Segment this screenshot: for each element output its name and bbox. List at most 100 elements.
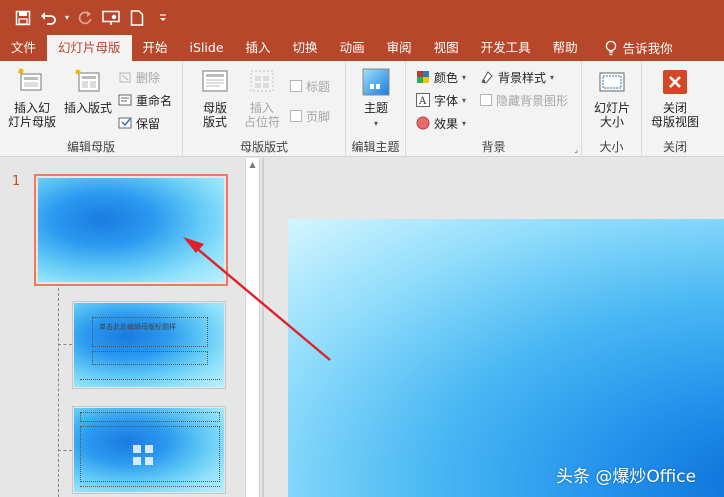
- tab-developer[interactable]: 开发工具: [470, 35, 542, 61]
- title-checkbox[interactable]: 标题: [290, 76, 330, 96]
- slide-master-thumbnail[interactable]: [34, 174, 228, 286]
- preserve-icon: [118, 117, 132, 129]
- layout-title-text: 单击此处编辑母版标题样: [99, 323, 176, 331]
- background-dialog-launcher-icon[interactable]: ⌟: [574, 145, 578, 154]
- background-styles-icon: [481, 71, 493, 84]
- lightbulb-icon: [605, 40, 616, 56]
- fonts-icon: A: [416, 93, 430, 107]
- group-edit-master: 插入幻 灯片母版 插入版式 删除 重命名 保留 编辑母版: [0, 61, 183, 157]
- scroll-up-icon[interactable]: ▲: [246, 160, 259, 169]
- tab-help[interactable]: 帮助: [542, 35, 589, 61]
- tab-animations[interactable]: 动画: [329, 35, 376, 61]
- background-styles-button[interactable]: 背景样式 ▾: [480, 67, 554, 87]
- colors-label: 颜色: [434, 70, 459, 85]
- thumbnail-scrollbar[interactable]: ▲: [245, 158, 260, 497]
- slide-size-icon: [597, 67, 627, 97]
- footer-checkbox-box[interactable]: [290, 110, 302, 122]
- title-placeholder: 单击此处编辑母版标题样: [92, 317, 208, 347]
- fonts-dropdown-icon: ▾: [462, 95, 467, 105]
- tab-slide-master[interactable]: 幻灯片母版: [47, 35, 132, 61]
- undo-icon[interactable]: [36, 5, 62, 31]
- footer-checkbox-label: 页脚: [306, 109, 331, 124]
- slide-master-background: [38, 178, 224, 282]
- layout-connector-line: [58, 288, 59, 497]
- ribbon-tabs: 文件 幻灯片母版 开始 iSlide 插入 切换 动画 审阅 视图 开发工具 帮…: [0, 35, 724, 61]
- tab-file[interactable]: 文件: [0, 35, 47, 61]
- main-slide-canvas[interactable]: [288, 219, 724, 497]
- master-layout-button[interactable]: 母版 版式: [195, 67, 235, 129]
- background-styles-label: 背景样式: [498, 70, 547, 85]
- slide-size-button[interactable]: 幻灯片 大小: [588, 67, 636, 129]
- tell-me-box[interactable]: 告诉我你: [589, 35, 684, 61]
- group-label-size: 大小: [599, 140, 624, 154]
- insert-placeholder-button[interactable]: 插入 占位符: [239, 67, 285, 129]
- rename-button[interactable]: 重命名: [118, 90, 172, 110]
- redo-icon[interactable]: [72, 5, 98, 31]
- tell-me-label: 告诉我你: [622, 40, 673, 56]
- tab-insert[interactable]: 插入: [235, 35, 282, 61]
- content-layout-thumbnail[interactable]: [72, 406, 226, 494]
- footer-checkbox[interactable]: 页脚: [290, 106, 330, 126]
- group-label-master-layout: 母版版式: [239, 140, 288, 154]
- group-label-edit-master: 编辑母版: [66, 140, 115, 154]
- title-checkbox-box[interactable]: [290, 80, 302, 92]
- layout-connector-2: [58, 450, 72, 451]
- hide-background-graphics-label: 隐藏背景图形: [496, 93, 569, 108]
- title-checkbox-label: 标题: [306, 79, 331, 94]
- content-placeholder: [80, 426, 220, 482]
- undo-dropdown-icon[interactable]: ▾: [62, 5, 72, 31]
- title-layout-thumbnail[interactable]: 单击此处编辑母版标题样: [72, 301, 226, 389]
- colors-dropdown-icon: ▾: [462, 72, 467, 82]
- delete-label: 删除: [136, 70, 161, 85]
- hide-background-graphics-box[interactable]: [480, 94, 492, 106]
- powerpoint-window: ▾ 文件 幻灯片母版 开始 iSlide 插入 切换 动画 审阅 视图 开发工具…: [0, 0, 724, 497]
- rename-label: 重命名: [136, 93, 173, 108]
- quick-access-toolbar: ▾: [0, 0, 724, 35]
- preserve-label: 保留: [136, 116, 161, 131]
- fonts-button[interactable]: A 字体 ▾: [416, 90, 466, 110]
- ribbon: 插入幻 灯片母版 插入版式 删除 重命名 保留 编辑母版 母版 版式 插入 占位…: [0, 61, 724, 157]
- tab-review[interactable]: 审阅: [376, 35, 423, 61]
- delete-icon: [119, 72, 131, 83]
- watermark-text: 头条 @爆炒Office: [556, 467, 697, 487]
- fonts-label: 字体: [434, 93, 459, 108]
- svg-text:A: A: [418, 96, 427, 107]
- master-layout-icon: [200, 67, 230, 97]
- insert-placeholder-icon: [247, 67, 277, 97]
- themes-label: 主题: [363, 101, 388, 115]
- hide-background-graphics-checkbox[interactable]: 隐藏背景图形: [480, 90, 568, 110]
- group-close: 关闭 母版视图 关闭: [642, 61, 724, 157]
- insert-slide-master-label: 插入幻 灯片母版: [7, 101, 56, 129]
- insert-slide-master-button[interactable]: 插入幻 灯片母版: [6, 67, 58, 129]
- themes-button[interactable]: 主题 ▾: [358, 67, 394, 131]
- group-label-close: 关闭: [662, 140, 687, 154]
- colors-button[interactable]: 颜色 ▾: [416, 67, 466, 87]
- close-master-view-label: 关闭 母版视图: [650, 101, 699, 129]
- insert-layout-label: 插入版式: [63, 101, 112, 115]
- effects-button[interactable]: 效果 ▾: [416, 113, 466, 133]
- footer-placeholder: [80, 379, 220, 380]
- themes-icon: [361, 67, 391, 97]
- tab-view[interactable]: 视图: [423, 35, 470, 61]
- layout-connector-1: [58, 344, 72, 345]
- group-size: 幻灯片 大小 大小: [582, 61, 642, 157]
- colors-icon: [417, 71, 429, 83]
- group-label-edit-theme: 编辑主题: [351, 140, 400, 154]
- save-icon[interactable]: [10, 5, 36, 31]
- effects-label: 效果: [434, 116, 459, 131]
- new-file-icon[interactable]: [124, 5, 150, 31]
- subtitle-placeholder: [92, 351, 208, 365]
- insert-layout-icon: [73, 67, 103, 97]
- insert-layout-button[interactable]: 插入版式: [60, 67, 116, 116]
- tab-islide[interactable]: iSlide: [179, 35, 235, 61]
- themes-dropdown-icon: ▾: [373, 119, 378, 128]
- group-master-layout: 母版 版式 插入 占位符 标题 页脚 母版版式: [183, 61, 346, 157]
- master-layout-label: 母版 版式: [202, 101, 227, 129]
- delete-button[interactable]: 删除: [118, 67, 160, 87]
- close-master-view-button[interactable]: 关闭 母版视图: [650, 67, 700, 129]
- tab-transitions[interactable]: 切换: [282, 35, 329, 61]
- present-from-start-icon[interactable]: [98, 5, 124, 31]
- tab-home[interactable]: 开始: [132, 35, 179, 61]
- preserve-button[interactable]: 保留: [118, 113, 160, 133]
- customize-icon[interactable]: [150, 5, 176, 31]
